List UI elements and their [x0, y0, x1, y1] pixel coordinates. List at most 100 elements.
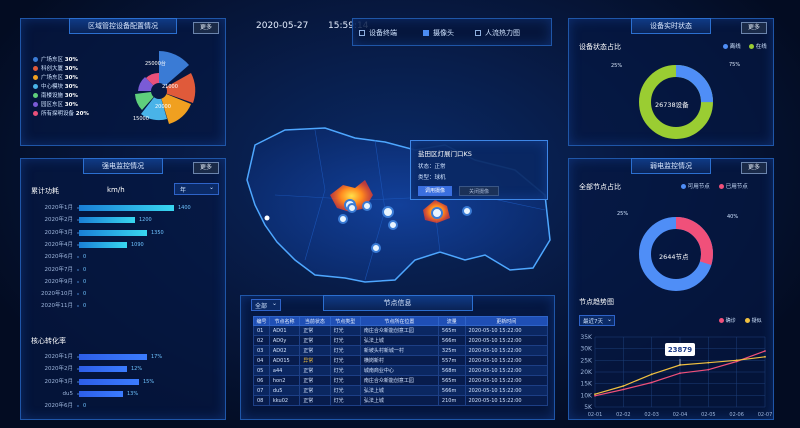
table-cell: 正常 — [299, 325, 331, 336]
column-header[interactable]: 节点名称 — [268, 316, 301, 326]
table-row[interactable]: 05 a44 正常 灯光 城南商业中心 568m 2020-05-10 15:22:00 — [253, 365, 548, 376]
layer-toggle-cameras[interactable]: 摄像头 — [423, 28, 454, 38]
legend-pct: 30% — [64, 93, 78, 99]
y-tick-label: 35K — [580, 334, 593, 341]
call-camera-button[interactable]: 调用摄像 — [418, 186, 452, 196]
table-cell: 异常 — [299, 355, 331, 366]
camera-marker[interactable] — [371, 243, 381, 253]
x-tick-label: 02-04 — [673, 412, 688, 418]
more-button[interactable]: 更多 — [193, 22, 219, 34]
bar-value: 1090 — [131, 241, 144, 248]
camera-marker[interactable] — [431, 207, 443, 219]
legend-pct: 30% — [64, 66, 78, 72]
bar-row: 2020年7月 0 — [21, 265, 221, 275]
camera-marker[interactable] — [347, 203, 357, 213]
table-row[interactable]: 04 AD015 异常 灯光 横岗新村 557m 2020-05-10 15:22:00 — [253, 355, 548, 366]
bar-label: 2020年7月 — [44, 266, 74, 273]
column-header[interactable]: 节点类型 — [329, 316, 361, 326]
legend-label: 园区东区 — [41, 102, 64, 108]
camera-marker[interactable] — [338, 214, 348, 224]
node-table: 编号 节点名称 当前状态 节点类型 节点所在位置 流量 更新时间 01 AD01 正常 灯光 南庄合… — [253, 316, 548, 406]
table-cell: 正常 — [299, 395, 331, 406]
legend-suspected: 疑似 — [745, 317, 762, 324]
subtitle-nodes: 全部节点占比 — [579, 183, 621, 191]
table-row[interactable]: 01 AD01 正常 灯光 南庄合众新能创意工园 565m 2020-05-10 15:22… — [253, 325, 548, 336]
bar-row: 2020年3月 15% — [21, 377, 221, 387]
more-button[interactable]: 更多 — [193, 162, 219, 174]
bar-axis — [77, 305, 79, 308]
bar-value: 0 — [83, 291, 87, 298]
more-button[interactable]: 更多 — [741, 22, 767, 34]
year-select[interactable]: 年 ⌄ — [174, 183, 219, 195]
checkbox-heatmap[interactable] — [475, 30, 481, 36]
donut-center-label: 2644节点 — [659, 253, 689, 261]
subtitle-conversion: 核心转化率 — [31, 337, 66, 345]
table-row[interactable]: 06 hon2 正常 灯光 南庄合众新能创意工园 565m 2020-05-10 15:22… — [253, 375, 548, 386]
pct-left: 25% — [611, 63, 623, 69]
more-button[interactable]: 更多 — [741, 162, 767, 174]
power-bar-list: 2020年1月 1400 2020年2月 1200 2020年3月 1350 2020年4月… — [21, 203, 221, 309]
layer-toggle-heatmap[interactable]: 人流热力图 — [475, 28, 520, 38]
table-row[interactable]: 08 kku02 正常 灯光 弘法上城 210m 2020-05-10 15:22:00 — [253, 395, 548, 406]
camera-marker[interactable] — [462, 206, 472, 216]
table-row[interactable]: 03 AD02 正常 灯光 新坡头村新城一村 325m 2020-05-10 15:22:0… — [253, 345, 548, 356]
data-point — [679, 372, 681, 375]
rose-chart — [135, 51, 196, 124]
map-location-dot[interactable] — [264, 215, 270, 221]
layer-label: 摄像头 — [433, 29, 454, 37]
panel-node-info: 节点信息 全部 ⌄ 编号 节点名称 当前状态 节点类型 节点所在位置 流量 更新时间 01 A… — [240, 295, 555, 420]
bar-value: 0 — [83, 254, 87, 261]
node-filter-select[interactable]: 全部 ⌄ — [251, 299, 281, 311]
panel-title: 弱电监控情况 — [631, 158, 711, 174]
type-label: 类型： — [418, 175, 435, 181]
table-row[interactable]: 07 du5 正常 灯光 弘法上城 566m 2020-05-10 15:22:00 — [253, 385, 548, 396]
camera-marker[interactable] — [362, 201, 372, 211]
checkbox-devices[interactable] — [359, 30, 365, 36]
x-tick-label: 02-03 — [644, 412, 659, 418]
table-cell: 弘法上城 — [359, 385, 439, 396]
panel-power: 强电监控情况 更多 累计功耗 km/h 年 ⌄ 2020年1月 1400 2020年… — [20, 158, 226, 420]
data-point — [764, 355, 766, 358]
column-header[interactable]: 编号 — [253, 316, 270, 326]
table-cell: 2020-05-10 15:22:00 — [464, 355, 548, 366]
legend-offline: 离线 — [723, 42, 741, 50]
bar-value: 1350 — [151, 229, 164, 236]
select-value: 年 — [180, 187, 187, 194]
table-cell: 正常 — [299, 375, 331, 386]
legend-label: 在线 — [755, 44, 767, 50]
camera-marker[interactable] — [388, 220, 398, 230]
close-camera-button[interactable]: 关闭摄像 — [459, 186, 499, 196]
bar-row: du5 13% — [21, 389, 221, 399]
bar-value: 1200 — [139, 217, 152, 224]
camera-marker[interactable] — [382, 206, 394, 218]
table-body: 01 AD01 正常 灯光 南庄合众新能创意工园 565m 2020-05-10 15:22… — [253, 325, 548, 406]
checkbox-cameras[interactable] — [423, 30, 429, 36]
table-cell: 新坡头村新城一村 — [359, 345, 439, 356]
donut-center-label: 26738设备 — [655, 101, 689, 109]
popup-type: 类型：球机 — [418, 173, 446, 181]
bar-fill — [79, 241, 127, 248]
column-header[interactable]: 更新时间 — [464, 316, 548, 326]
table-cell: 565m — [437, 325, 466, 336]
bar-value: 13% — [127, 390, 139, 397]
legend-dot — [33, 75, 38, 80]
bar-row: 2020年1月 17% — [21, 352, 221, 362]
bar-label: 2020年1月 — [44, 205, 74, 211]
subtitle-status: 设备状态占比 — [579, 43, 621, 51]
range-select[interactable]: 最近7天 ⌄ — [579, 315, 615, 326]
table-cell: a44 — [268, 365, 301, 376]
subtitle-power: 累计功耗 — [31, 187, 59, 195]
rose-label: 20000 — [155, 104, 171, 110]
column-header[interactable]: 流量 — [437, 316, 466, 326]
y-tick-label: 15K — [580, 381, 593, 388]
layer-toggle-devices[interactable]: 设备终端 — [359, 28, 397, 38]
table-row[interactable]: 02 AD0y 正常 灯光 弘法上城 566m 2020-05-10 15:22:00 — [253, 335, 548, 346]
column-header[interactable]: 节点所在位置 — [359, 316, 439, 326]
table-cell: 横岗新村 — [359, 355, 439, 366]
data-point — [735, 359, 738, 362]
bar-row: 2020年2月 1200 — [21, 215, 221, 225]
bar-label: 2020年6月 — [44, 254, 74, 261]
layer-toggle-bar: 设备终端 摄像头 人流热力图 — [352, 18, 552, 46]
x-tick-label: 02-07 — [758, 412, 773, 418]
column-header[interactable]: 当前状态 — [299, 316, 331, 326]
